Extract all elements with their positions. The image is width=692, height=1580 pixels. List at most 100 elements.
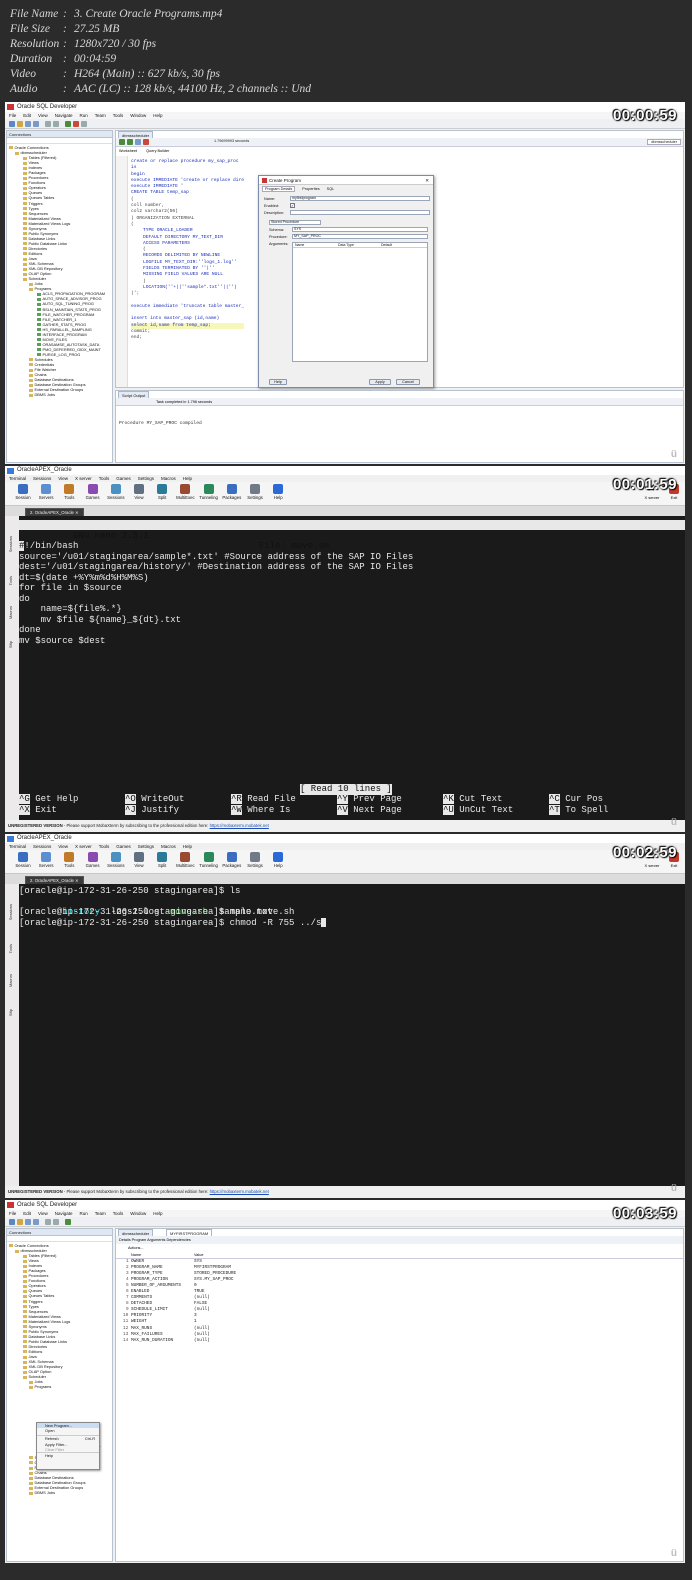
- tree-item[interactable]: DBMS Jobs: [9, 1490, 112, 1495]
- shortcut[interactable]: ^K Cut Text: [443, 794, 502, 805]
- help-icon[interactable]: [273, 852, 284, 862]
- tree-item[interactable]: DBMS Jobs: [9, 392, 112, 397]
- program-type-select[interactable]: Stored Procedure: [269, 220, 321, 225]
- menu-settings[interactable]: Settings: [138, 476, 154, 481]
- shortcut[interactable]: ^O WriteOut: [125, 794, 184, 805]
- menu-open[interactable]: Open: [37, 1428, 99, 1433]
- tab-worksheet[interactable]: Worksheet: [119, 149, 137, 153]
- multiexec-icon[interactable]: [180, 484, 191, 494]
- menu-help[interactable]: Help: [183, 476, 192, 481]
- settings-icon[interactable]: [250, 484, 260, 494]
- description-field[interactable]: [290, 210, 430, 215]
- side-sftp[interactable]: Sftp: [8, 1009, 13, 1016]
- menu-view[interactable]: View: [38, 113, 48, 118]
- menu-x-server[interactable]: X server: [75, 844, 92, 849]
- games-icon[interactable]: [87, 852, 98, 862]
- menu-file[interactable]: File: [9, 113, 16, 118]
- packages-icon[interactable]: [226, 852, 237, 862]
- menu-edit[interactable]: Edit: [23, 1211, 31, 1216]
- menu-run[interactable]: Run: [79, 113, 87, 118]
- sql-icon[interactable]: [81, 121, 87, 127]
- actions-menu[interactable]: Actions...: [128, 1246, 144, 1250]
- menu-window[interactable]: Window: [130, 113, 146, 118]
- schema-select[interactable]: SYS: [292, 227, 428, 232]
- menu-help[interactable]: Help: [153, 1211, 162, 1216]
- shortcut[interactable]: ^J Justify: [125, 804, 179, 816]
- enabled-checkbox[interactable]: ✓: [290, 203, 295, 208]
- name-field[interactable]: myfirstprogram: [290, 196, 430, 201]
- menu-team[interactable]: Team: [95, 1211, 106, 1216]
- new-icon[interactable]: [9, 121, 15, 127]
- side-macros[interactable]: Macros: [8, 606, 13, 619]
- tab-query-builder[interactable]: Query Builder: [146, 149, 169, 153]
- menu-x-server[interactable]: X server: [75, 476, 92, 481]
- support-link[interactable]: https://mobaxterm.mobatek.net: [210, 823, 269, 828]
- menu-sessions[interactable]: Sessions: [33, 844, 51, 849]
- tab-dbmsscheduler[interactable]: dbmsscheduler: [118, 1229, 154, 1236]
- menu-help[interactable]: Help: [37, 1452, 99, 1458]
- save-icon[interactable]: [25, 121, 31, 127]
- run-icon[interactable]: [65, 121, 71, 127]
- redo-icon[interactable]: [53, 121, 59, 127]
- close-icon[interactable]: ✕: [425, 176, 429, 185]
- menu-settings[interactable]: Settings: [138, 844, 154, 849]
- shortcut[interactable]: ^C Cur Pos: [549, 794, 603, 805]
- procedure-select[interactable]: MY_SAP_PROC: [292, 234, 428, 239]
- menu-tools[interactable]: Tools: [99, 844, 110, 849]
- side-sftp[interactable]: Sftp: [8, 641, 13, 648]
- menu-tools[interactable]: Tools: [99, 476, 110, 481]
- commit-icon[interactable]: [135, 139, 141, 145]
- shell-terminal[interactable]: [oracle@ip-172-31-26-250 stagingarea]$ l…: [19, 884, 685, 1186]
- menu-sessions[interactable]: Sessions: [33, 476, 51, 481]
- menu-games[interactable]: Games: [116, 476, 131, 481]
- new-icon[interactable]: [9, 1219, 15, 1225]
- tab-dbmsscheduler[interactable]: dbmsscheduler: [118, 131, 154, 138]
- sessions-icon[interactable]: [110, 852, 121, 862]
- menu-help[interactable]: Help: [153, 113, 162, 118]
- menu-terminal[interactable]: Terminal: [9, 844, 26, 849]
- servers-icon[interactable]: [41, 852, 52, 862]
- connection-select[interactable]: dbmsscheduler: [647, 139, 681, 145]
- menu-macros[interactable]: Macros: [161, 844, 176, 849]
- nano-terminal[interactable]: GNU nano 2.3.1 File: move.sh #!/bin/bash…: [19, 516, 685, 820]
- tools-icon[interactable]: [64, 484, 75, 494]
- tab-script-output[interactable]: Script Output: [118, 391, 150, 398]
- menu-run[interactable]: Run: [79, 1211, 87, 1216]
- tunneling-icon[interactable]: [203, 484, 214, 494]
- debug-icon[interactable]: [73, 121, 79, 127]
- menu-terminal[interactable]: Terminal: [9, 476, 26, 481]
- view-icon[interactable]: [134, 484, 144, 494]
- sessions-icon[interactable]: [110, 484, 121, 494]
- close-tab-icon[interactable]: ✕: [75, 878, 78, 883]
- games-icon[interactable]: [87, 484, 98, 494]
- menu-file[interactable]: File: [9, 1211, 16, 1216]
- undo-icon[interactable]: [45, 121, 51, 127]
- split-icon[interactable]: [157, 484, 168, 494]
- help-button[interactable]: Help: [269, 379, 287, 385]
- shortcut[interactable]: ^U UnCut Text: [443, 804, 513, 816]
- run-script-icon[interactable]: [127, 139, 133, 145]
- rollback-icon[interactable]: [143, 139, 149, 145]
- tab-myfirstprogram[interactable]: MYFIRSTPROGRAM: [166, 1229, 213, 1236]
- side-tools[interactable]: Tools: [8, 576, 13, 585]
- menu-tools[interactable]: Tools: [113, 1211, 124, 1216]
- run-icon[interactable]: [65, 1219, 71, 1225]
- save-all-icon[interactable]: [33, 121, 39, 127]
- shortcut[interactable]: ^X Exit: [19, 804, 57, 816]
- nano-content[interactable]: #!/bin/bash source='/u01/stagingarea/samp…: [19, 541, 413, 646]
- menu-help[interactable]: Help: [183, 844, 192, 849]
- tab-sql[interactable]: SQL: [327, 187, 335, 191]
- settings-icon[interactable]: [250, 852, 260, 862]
- side-sessions[interactable]: Sessions: [8, 536, 13, 552]
- shortcut[interactable]: ^G Get Help: [19, 794, 78, 805]
- run-statement-icon[interactable]: [119, 139, 125, 145]
- close-tab-icon[interactable]: ✕: [75, 510, 78, 515]
- view-icon[interactable]: [134, 852, 144, 862]
- menu-team[interactable]: Team: [95, 113, 106, 118]
- shortcut[interactable]: ^T To Spell: [549, 804, 608, 816]
- tunneling-icon[interactable]: [203, 852, 214, 862]
- session-icon[interactable]: [18, 852, 28, 862]
- menu-games[interactable]: Games: [116, 844, 131, 849]
- menu-tools[interactable]: Tools: [113, 113, 124, 118]
- undo-icon[interactable]: [45, 1219, 51, 1225]
